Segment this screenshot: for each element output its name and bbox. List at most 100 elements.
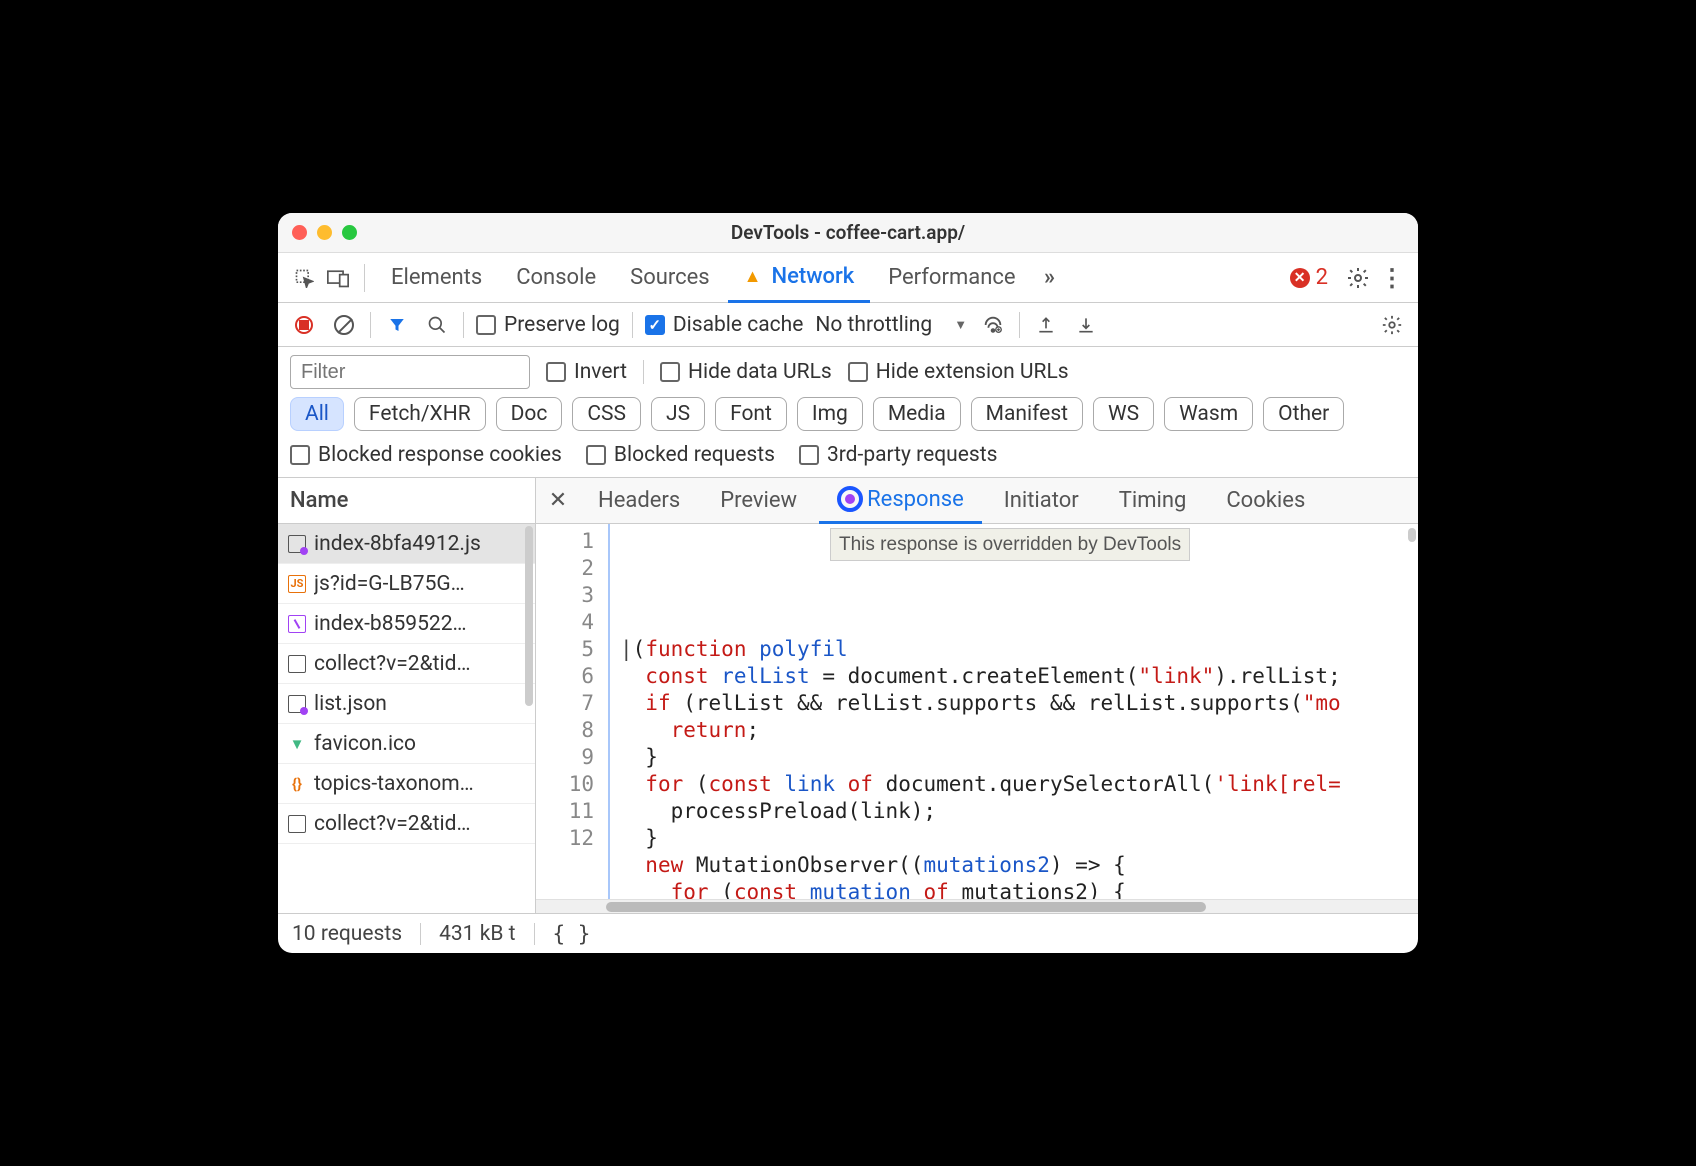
blocked-response-cookies-checkbox[interactable]: Blocked response cookies bbox=[290, 443, 562, 467]
chip-manifest[interactable]: Manifest bbox=[971, 397, 1083, 431]
more-tabs-icon[interactable]: » bbox=[1034, 262, 1066, 294]
checkbox-checked-icon: ✓ bbox=[645, 315, 665, 335]
titlebar: DevTools - coffee-cart.app/ bbox=[278, 213, 1418, 253]
tab-performance[interactable]: Performance bbox=[872, 253, 1031, 303]
request-row[interactable]: collect?v=2&tid… bbox=[278, 644, 535, 684]
horizontal-scrollbar-thumb[interactable] bbox=[606, 902, 1206, 912]
filter-input[interactable] bbox=[290, 355, 530, 389]
chip-img[interactable]: Img bbox=[797, 397, 863, 431]
warning-icon: ▲ bbox=[744, 266, 762, 287]
response-code-area[interactable]: 123456789101112 This response is overrid… bbox=[536, 524, 1418, 899]
file-icon bbox=[288, 815, 306, 833]
invert-checkbox[interactable]: Invert bbox=[546, 360, 627, 384]
third-party-requests-checkbox[interactable]: 3rd-party requests bbox=[799, 443, 997, 467]
hide-extension-urls-checkbox[interactable]: Hide extension URLs bbox=[848, 360, 1069, 384]
chip-font[interactable]: Font bbox=[715, 397, 787, 431]
request-row[interactable]: ▼ favicon.ico bbox=[278, 724, 535, 764]
error-icon: ✕ bbox=[1290, 268, 1310, 288]
chip-wasm[interactable]: Wasm bbox=[1164, 397, 1253, 431]
request-name: js?id=G-LB75G… bbox=[314, 572, 465, 596]
disable-cache-checkbox[interactable]: ✓ Disable cache bbox=[645, 313, 804, 337]
detail-tab-preview[interactable]: Preview bbox=[702, 478, 815, 524]
code-line: for (const link of document.querySelecto… bbox=[610, 771, 1418, 798]
chip-js[interactable]: JS bbox=[651, 397, 705, 431]
chip-media[interactable]: Media bbox=[873, 397, 961, 431]
close-detail-icon[interactable]: ✕ bbox=[544, 488, 572, 513]
tab-console[interactable]: Console bbox=[500, 253, 612, 303]
filter-toggle-icon[interactable] bbox=[383, 311, 411, 339]
search-icon[interactable] bbox=[423, 311, 451, 339]
blocked-requests-checkbox[interactable]: Blocked requests bbox=[586, 443, 775, 467]
scrollbar[interactable] bbox=[525, 526, 533, 706]
error-count-badge[interactable]: ✕ 2 bbox=[1290, 265, 1328, 290]
tab-network[interactable]: ▲ Network bbox=[728, 253, 871, 303]
code-line: new MutationObserver((mutations2) => { bbox=[610, 852, 1418, 879]
filter-row-2: Blocked response cookies Blocked request… bbox=[278, 439, 1418, 478]
chip-doc[interactable]: Doc bbox=[496, 397, 563, 431]
preserve-log-checkbox[interactable]: Preserve log bbox=[476, 313, 620, 337]
chip-css[interactable]: CSS bbox=[572, 397, 641, 431]
code-line: } bbox=[610, 825, 1418, 852]
vertical-scrollbar[interactable] bbox=[1408, 528, 1416, 542]
download-har-icon[interactable] bbox=[1072, 311, 1100, 339]
request-name: index-b859522… bbox=[314, 612, 467, 636]
request-row[interactable]: index-b859522… bbox=[278, 604, 535, 644]
request-row[interactable]: {}topics-taxonom… bbox=[278, 764, 535, 804]
file-icon: JS bbox=[288, 575, 306, 593]
request-count: 10 requests bbox=[292, 922, 402, 946]
detail-tab-cookies[interactable]: Cookies bbox=[1208, 478, 1323, 524]
request-row[interactable]: index-8bfa4912.js bbox=[278, 524, 535, 564]
throttling-select[interactable]: No throttling ▼ bbox=[815, 313, 967, 337]
file-icon bbox=[288, 695, 306, 713]
chip-other[interactable]: Other bbox=[1263, 397, 1344, 431]
upload-har-icon[interactable] bbox=[1032, 311, 1060, 339]
network-settings-gear-icon[interactable] bbox=[1378, 311, 1406, 339]
kebab-menu-icon[interactable]: ⋮ bbox=[1376, 262, 1408, 294]
request-list-header[interactable]: Name bbox=[278, 478, 535, 524]
request-name: collect?v=2&tid… bbox=[314, 812, 471, 836]
chip-ws[interactable]: WS bbox=[1093, 397, 1154, 431]
code-line: processPreload(link); bbox=[610, 798, 1418, 825]
code-line: } bbox=[610, 744, 1418, 771]
request-detail-pane: ✕ Headers Preview Response Initiator Tim… bbox=[536, 478, 1418, 913]
chip-all[interactable]: All bbox=[290, 397, 344, 431]
chip-fetch-xhr[interactable]: Fetch/XHR bbox=[354, 397, 486, 431]
file-icon: ▼ bbox=[288, 735, 306, 753]
device-toolbar-icon[interactable] bbox=[322, 262, 354, 294]
inspect-element-icon[interactable] bbox=[288, 262, 320, 294]
detail-tab-headers[interactable]: Headers bbox=[580, 478, 698, 524]
request-list: index-8bfa4912.js JS js?id=G-LB75G… index-b… bbox=[278, 524, 535, 913]
file-icon bbox=[288, 535, 306, 553]
request-name: collect?v=2&tid… bbox=[314, 652, 471, 676]
horizontal-scrollbar-track[interactable] bbox=[536, 899, 1418, 913]
line-gutter: 123456789101112 bbox=[536, 524, 608, 899]
network-conditions-icon[interactable] bbox=[979, 311, 1007, 339]
request-row[interactable]: JS js?id=G-LB75G… bbox=[278, 564, 535, 604]
gear-icon[interactable] bbox=[1342, 262, 1374, 294]
detail-tabstrip: ✕ Headers Preview Response Initiator Tim… bbox=[536, 478, 1418, 524]
request-row[interactable]: list.json bbox=[278, 684, 535, 724]
file-icon bbox=[288, 615, 306, 633]
request-row[interactable]: collect?v=2&tid… bbox=[278, 804, 535, 844]
devtools-window: DevTools - coffee-cart.app/ Elements Con… bbox=[278, 213, 1418, 953]
tab-sources[interactable]: Sources bbox=[614, 253, 726, 303]
resource-type-chips: All Fetch/XHR Doc CSS JS Font Img Media … bbox=[278, 393, 1418, 439]
override-tooltip: This response is overridden by DevTools bbox=[830, 528, 1190, 561]
tab-elements[interactable]: Elements bbox=[375, 253, 498, 303]
window-title: DevTools - coffee-cart.app/ bbox=[278, 221, 1418, 244]
hide-data-urls-checkbox[interactable]: Hide data URLs bbox=[660, 360, 832, 384]
record-button[interactable] bbox=[290, 311, 318, 339]
pretty-print-icon[interactable]: { } bbox=[553, 922, 591, 946]
chevron-down-icon: ▼ bbox=[954, 317, 967, 333]
code-line: const relList = document.createElement("… bbox=[610, 663, 1418, 690]
detail-tab-initiator[interactable]: Initiator bbox=[986, 478, 1097, 524]
clear-icon[interactable] bbox=[330, 311, 358, 339]
request-name: index-8bfa4912.js bbox=[314, 532, 481, 556]
main-tabstrip: Elements Console Sources ▲ Network Perfo… bbox=[278, 253, 1418, 303]
detail-tab-timing[interactable]: Timing bbox=[1101, 478, 1205, 524]
request-name: favicon.ico bbox=[314, 732, 416, 756]
transfer-size: 431 kB t bbox=[439, 922, 515, 946]
detail-tab-response[interactable]: Response bbox=[819, 478, 982, 524]
checkbox-icon bbox=[476, 315, 496, 335]
code-lines: This response is overridden by DevTools … bbox=[608, 524, 1418, 899]
